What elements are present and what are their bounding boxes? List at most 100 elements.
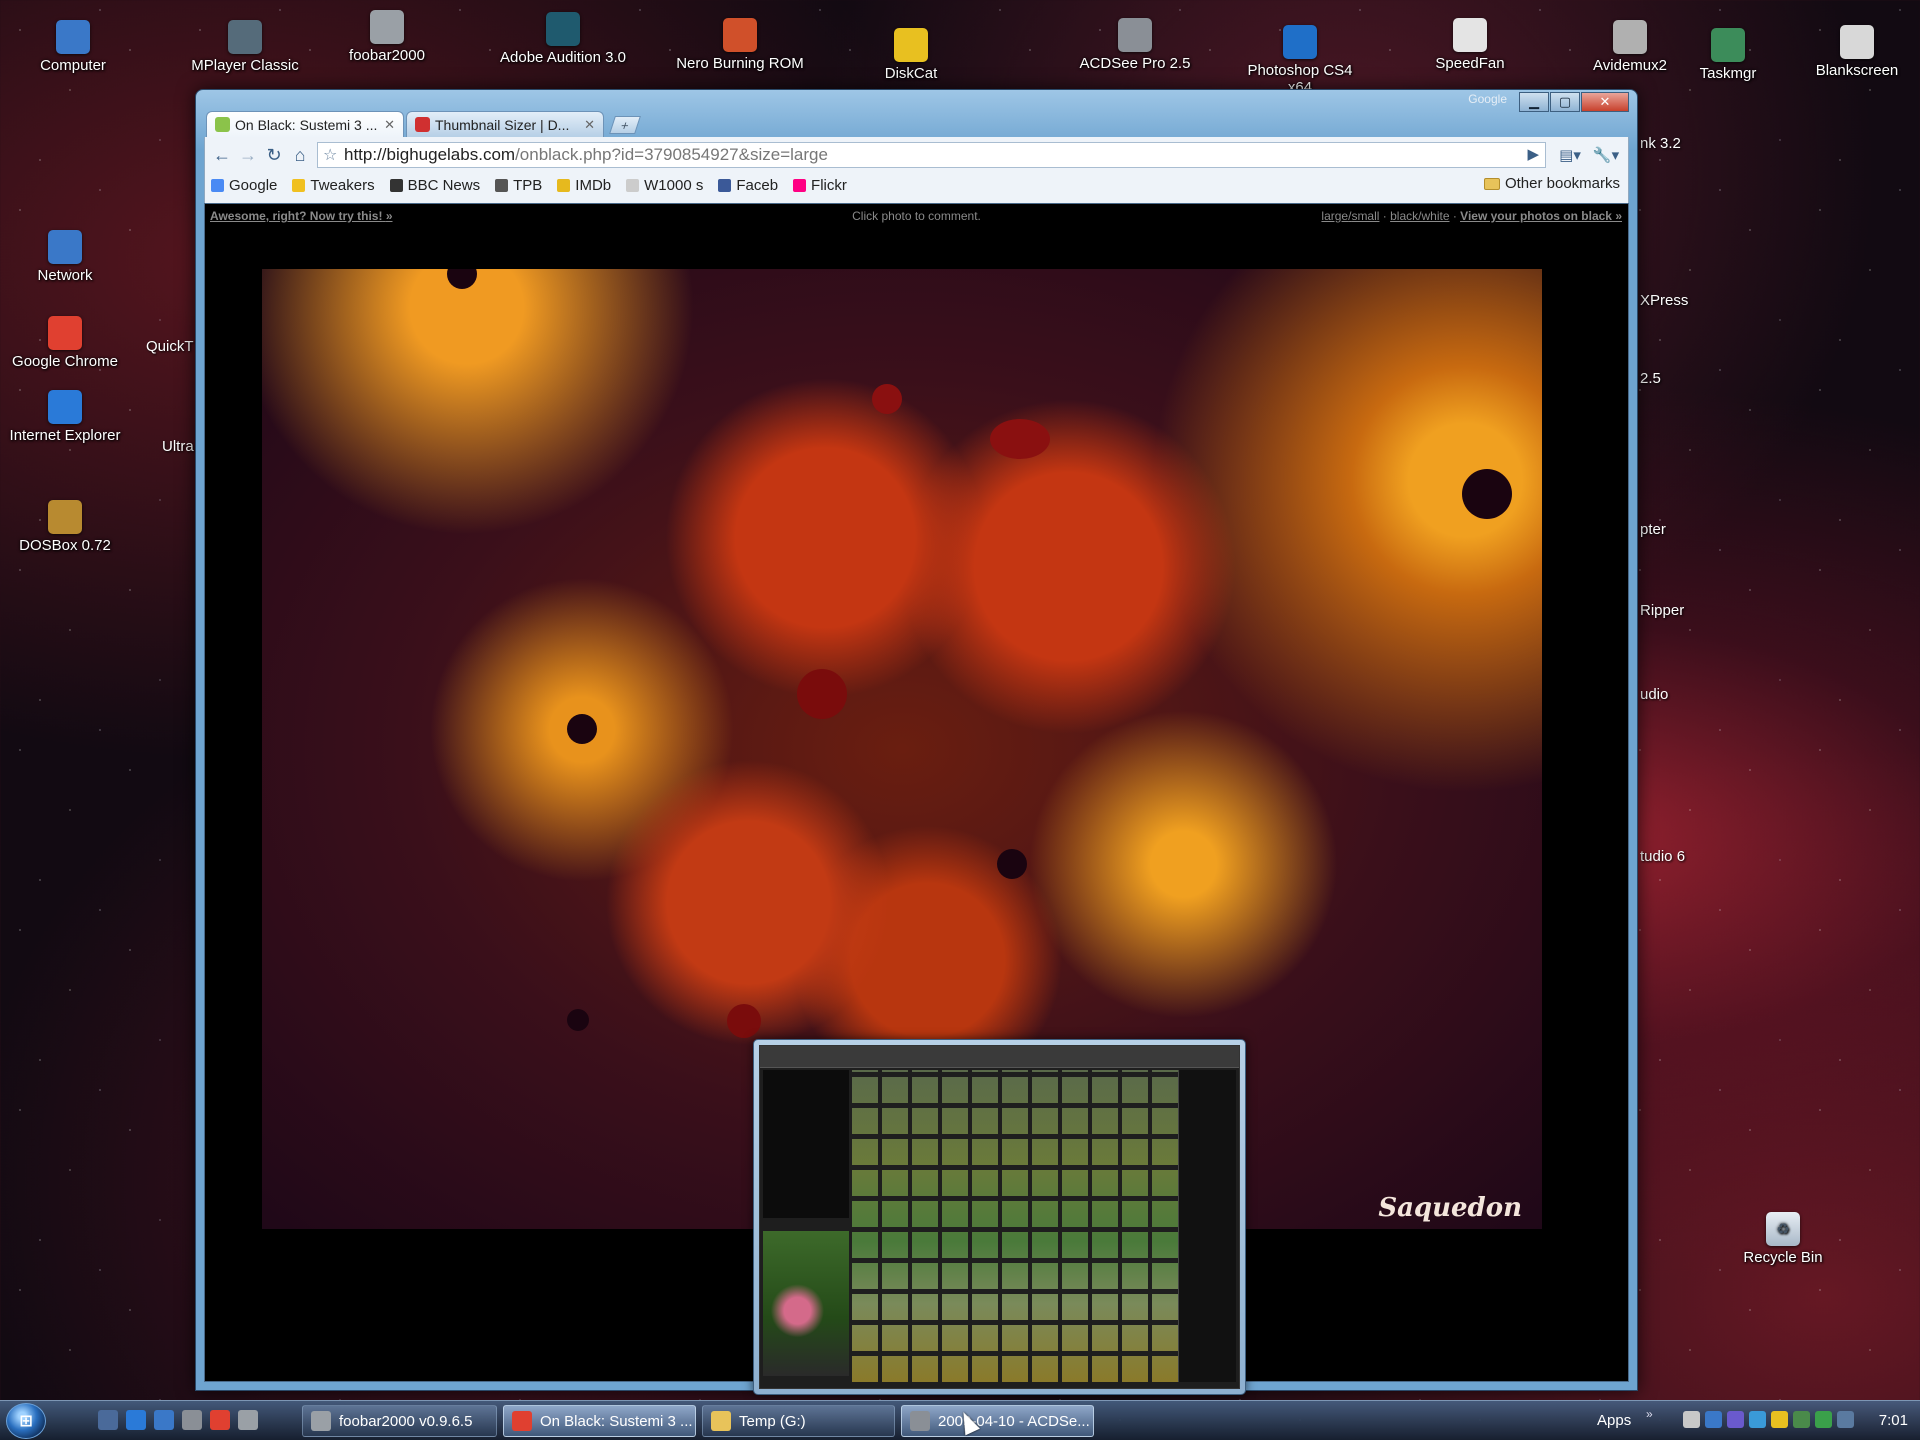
taskmgr-icon [1711,28,1745,62]
photo-detail [567,1009,589,1031]
desktop-icon-audition[interactable]: Adobe Audition 3.0 [498,12,628,66]
preview-thumbnail-grid [852,1070,1178,1382]
other-bookmarks[interactable]: Other bookmarks [1483,175,1620,192]
desktop-icon-label: SpeedFan [1435,55,1505,72]
bookmark-item[interactable]: Faceb [718,177,778,194]
clock[interactable]: 7:01 [1879,1412,1908,1429]
wrench-menu-icon[interactable]: 🔧▾ [1588,142,1624,168]
url-path: /onblack.php?id=3790854927&size=large [515,145,828,164]
chrome-icon[interactable] [210,1410,230,1430]
bookmark-item[interactable]: BBC News [389,176,481,194]
taskbar-button-label: foobar2000 v0.9.6.5 [339,1412,473,1430]
tab-title: On Black: Sustemi 3 ... [235,116,378,133]
desktop-icon-label: Taskmgr [1699,65,1757,82]
bookmark-favicon-icon [718,178,732,192]
tray-icon[interactable] [1771,1411,1788,1428]
chrome-icon [48,316,82,350]
view-options: large/small · black/white · View your ph… [1321,209,1622,223]
tray-icon[interactable] [1815,1411,1832,1428]
start-button[interactable]: ⊞ [6,1403,46,1439]
desktop-peek-label: pter [1640,521,1666,538]
tab-on-black[interactable]: On Black: Sustemi 3 ... ✕ [206,111,404,137]
foobar-icon[interactable] [238,1410,258,1430]
bookmark-item[interactable]: IMDb [557,177,611,194]
taskbar-button-foobar[interactable]: foobar2000 v0.9.6.5 [302,1405,497,1437]
desktop-icon-speedfan[interactable]: SpeedFan [1405,18,1535,72]
desktop-icon-network[interactable]: Network [0,230,130,284]
bookmark-item[interactable]: W1000 s [626,177,703,194]
network-icon[interactable] [1837,1411,1854,1428]
go-icon[interactable]: ▶ [1527,145,1539,163]
minimize-button[interactable]: ▁ [1519,92,1549,112]
bookmark-favicon-icon [292,178,306,192]
desktop-icon-foobar[interactable]: foobar2000 [322,10,452,64]
folder-icon [1483,177,1500,190]
desktop-icon-diskcat[interactable]: DiskCat [846,28,976,82]
desktop-icon-dosbox[interactable]: DOSBox 0.72 [0,500,130,554]
desktop-icon-taskmgr[interactable]: Taskmgr [1663,28,1793,82]
view-your-photos-link[interactable]: View your photos on black » [1460,209,1622,223]
tray-icon[interactable] [1749,1411,1766,1428]
tray-icon[interactable] [1683,1411,1700,1428]
small-link[interactable]: small [1351,209,1379,223]
desktop-icon-computer[interactable]: Computer [8,20,138,74]
desktop-icon-recycle-bin[interactable]: ♻ Recycle Bin [1718,1212,1848,1266]
network-icon [48,230,82,264]
bookmark-item[interactable]: Tweakers [292,177,375,194]
desktop-icon-nero[interactable]: Nero Burning ROM [675,18,805,72]
window-corner-label: Google [1468,92,1507,106]
desktop-icon-label: Google Chrome [12,353,118,370]
reload-icon[interactable]: ↻ [261,142,287,168]
bookmark-label: TPB [513,176,543,194]
desktop-icon-ie[interactable]: Internet Explorer [0,390,130,444]
desktop-icon-mplayer[interactable]: MPlayer Classic [180,20,310,74]
blankscreen-icon [1840,25,1874,59]
desktop-icon-acdsee[interactable]: ACDSee Pro 2.5 [1070,18,1200,72]
page-menu-icon[interactable]: ▤▾ [1552,142,1588,168]
bookmark-label: IMDb [575,176,612,194]
tray-icon[interactable] [1705,1411,1722,1428]
black-white-link[interactable]: black/white [1390,209,1449,223]
tray-apps-toolbar[interactable]: Apps [1597,1412,1631,1429]
address-bar[interactable]: ☆ http://bighugelabs.com/onblack.php?id=… [317,142,1546,168]
ie-icon[interactable] [126,1410,146,1430]
recycle-bin-icon: ♻ [1766,1212,1800,1246]
show-desktop-icon[interactable] [98,1410,118,1430]
tray-chevron-icon[interactable]: » [1646,1407,1653,1421]
new-tab-button[interactable]: + [609,116,641,134]
desktop-icon-blankscreen[interactable]: Blankscreen [1792,25,1920,79]
chrome-icon [512,1411,532,1431]
maximize-button[interactable]: ▢ [1550,92,1580,112]
bookmark-item[interactable]: TPB [495,177,542,194]
bookmark-label: BBC News [407,176,481,194]
tab-close-icon[interactable]: ✕ [584,117,595,133]
taskbar-button-acdsee[interactable]: 2009-04-10 - ACDSe... [901,1405,1094,1437]
bookmark-item[interactable]: Flickr [793,177,847,194]
bookmark-star-icon[interactable]: ☆ [323,145,337,165]
photo-detail [797,669,847,719]
desktop-icon-label: Blankscreen [1815,62,1899,79]
bookmark-item[interactable]: Google [211,177,277,194]
tab-thumbnail-sizer[interactable]: Thumbnail Sizer | D... ✕ [406,111,604,137]
explorer-icon[interactable] [154,1410,174,1430]
taskbar-button-chrome[interactable]: On Black: Sustemi 3 ... [503,1405,696,1437]
large-link[interactable]: large [1321,209,1348,223]
tab-close-icon[interactable]: ✕ [384,117,395,133]
tray-icon[interactable] [1727,1411,1744,1428]
mplayer-icon [228,20,262,54]
desktop-icon-chrome[interactable]: Google Chrome [0,316,130,370]
browser-toolbar: ← → ↻ ⌂ ☆ http://bighugelabs.com/onblack… [204,137,1629,203]
audition-icon [546,12,580,46]
desktop-icon-label: DOSBox 0.72 [19,537,111,554]
back-icon[interactable]: ← [209,142,235,168]
bookmark-favicon-icon [557,178,571,192]
desktop-peek-label: QuickT [146,338,194,355]
taskbar-button-explorer[interactable]: Temp (G:) [702,1405,895,1437]
close-button[interactable]: ✕ [1581,92,1629,112]
forward-icon[interactable]: → [235,142,261,168]
desktop-icon-photoshop[interactable]: Photoshop CS4 x64 [1235,25,1365,96]
tray-icon[interactable] [1793,1411,1810,1428]
home-icon[interactable]: ⌂ [287,142,313,168]
media-icon[interactable] [182,1410,202,1430]
taskbar-thumbnail-preview[interactable] [753,1039,1246,1395]
